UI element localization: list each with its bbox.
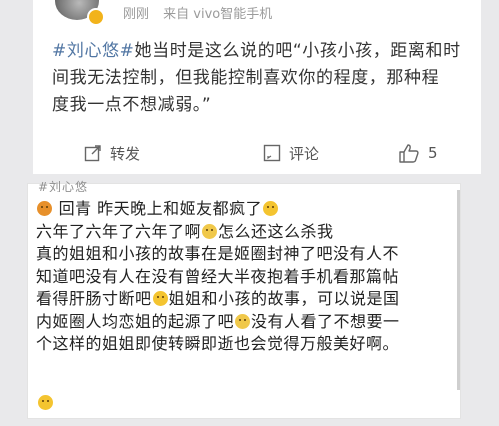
post-text-line3: 度我一点不想减弱。” [52,95,212,115]
emoji-icon [38,395,53,410]
post-header: 刚刚 来自 vivo智能手机 [33,0,481,30]
quoted-post-body: 回青 昨天晚上和姬友都疯了 六年了六年了六年了啊 怎么还这么杀我 真的姐姐和小孩的… [36,198,456,356]
post-text-line2: 间我无法控制，但我能控制喜欢你的程度，那种程 [52,68,440,88]
emoji-icon [37,201,52,216]
repost-icon [84,145,101,162]
quoted-line2a: 六年了六年了六年了啊 [36,221,202,241]
post-body: #刘心悠#她当时是这么说的吧“小孩小孩，距离和时 间我无法控制，但我能控制喜欢你… [52,38,464,119]
scrollbar[interactable] [457,190,460,390]
quoted-line4: 知道吧没有人在没有曾经大半夜抱着手机看那篇帖 [36,266,400,286]
emoji-icon [152,291,168,306]
post-text-line1: 她当时是这么说的吧“小孩小孩，距离和时 [134,41,461,61]
emoji-icon [235,313,251,329]
post-meta: 刚刚 来自 vivo智能手机 [123,3,282,22]
quoted-line2b: 怎么还这么杀我 [218,221,334,241]
comment-button[interactable]: 评论 [263,142,319,164]
quoted-line3: 真的姐姐和小孩的故事在是姬圈封神了吧没有人不 [36,244,400,263]
post-source: 来自 vivo智能手机 [163,7,273,22]
comment-label: 评论 [289,144,320,163]
post-time: 刚刚 [123,7,150,22]
quoted-line1: 回青 昨天晚上和姬友都疯了 [58,199,263,218]
quoted-line5b: 姐姐和小孩的故事，可以说是国 [168,289,400,308]
vip-badge-icon [87,8,105,26]
comment-icon [263,144,281,162]
like-icon [399,144,419,163]
quoted-post-card: #刘心悠 回青 昨天晚上和姬友都疯了 六年了六年了六年了啊 怎么还这么杀我 真的姐… [27,180,461,419]
like-count: 5 [428,144,438,162]
action-bar: 转发 评论 5 [33,138,481,168]
emoji-icon [202,223,218,239]
repost-button[interactable]: 转发 [84,142,140,164]
quoted-line7: 个这样的姐姐即使转瞬即逝也会觉得万般美好啊。 [36,334,400,353]
hashtag-link[interactable]: #刘心悠# [52,41,135,61]
quoted-top-label: #刘心悠 [38,180,89,192]
quoted-line6b: 没有人看了不想要一 [251,311,400,331]
like-button[interactable]: 5 [398,142,438,164]
quoted-line5a: 看得肝肠寸断吧 [36,289,152,308]
quoted-line6a: 内姬圈人均恋姐的起源了吧 [36,311,235,331]
repost-label: 转发 [110,144,141,163]
emoji-icon [263,201,279,216]
weibo-post-card: 刚刚 来自 vivo智能手机 #刘心悠#她当时是这么说的吧“小孩小孩，距离和时 … [33,0,481,174]
